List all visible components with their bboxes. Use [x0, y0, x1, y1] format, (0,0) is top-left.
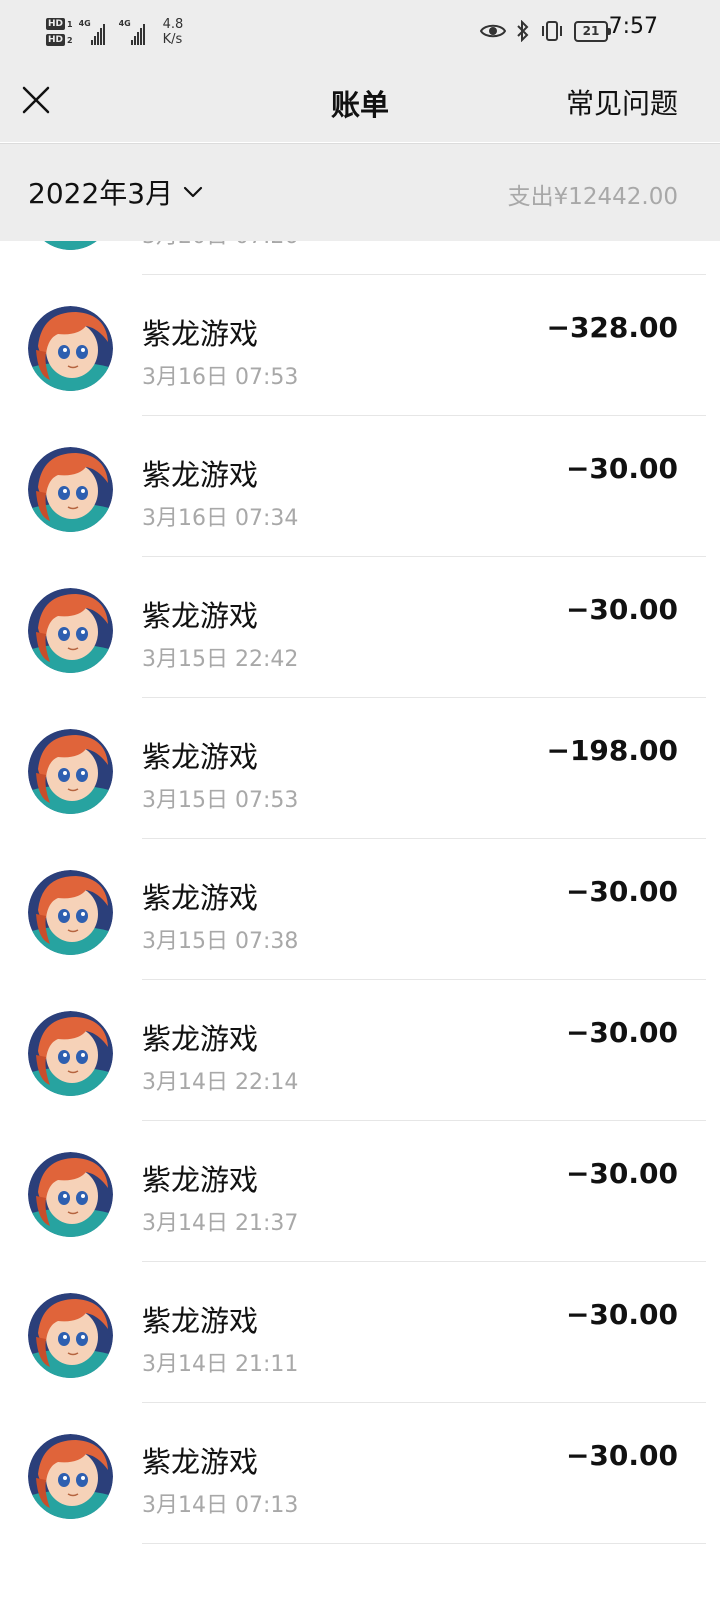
transaction-datetime: 3月14日 22:14	[142, 1070, 299, 1095]
hd-indicators: HD 1 HD 2	[46, 18, 73, 46]
merchant-name: 紫龙游戏	[142, 1163, 259, 1197]
avatar	[28, 1434, 113, 1519]
avatar	[28, 588, 113, 673]
avatar	[28, 870, 113, 955]
chevron-down-icon	[183, 186, 203, 198]
expense-total: 支出¥12442.00	[507, 184, 678, 210]
network-speed: 4.8 K/s	[163, 17, 184, 47]
battery-level: 21	[582, 23, 600, 38]
speed-value: 4.8	[162, 17, 184, 32]
game-avatar-icon	[28, 1434, 113, 1519]
transaction-list: 紫龙游戏 3月20日 07:26 −30.00 紫龙游戏 3月16日 07:53…	[0, 241, 720, 1600]
month-filter-bar: 2022年3月 支出¥12442.00	[0, 143, 720, 241]
hd-2: HD 2	[46, 34, 73, 46]
merchant-name: 紫龙游戏	[142, 740, 259, 774]
transaction-row[interactable]: 紫龙游戏 3月14日 21:37 −30.00	[0, 1121, 720, 1262]
merchant-name: 紫龙游戏	[142, 317, 259, 351]
transaction-datetime: 3月16日 07:53	[142, 365, 299, 390]
avatar	[28, 241, 113, 250]
transaction-amount: −30.00	[565, 1439, 678, 1472]
avatar	[28, 1293, 113, 1378]
vibrate-icon	[542, 21, 562, 41]
transaction-row[interactable]: 紫龙游戏 3月20日 07:26 −30.00	[0, 241, 720, 275]
game-avatar-icon	[28, 241, 113, 250]
eye-icon	[480, 24, 506, 38]
transaction-datetime: 3月16日 07:34	[142, 506, 299, 531]
game-avatar-icon	[28, 447, 113, 532]
month-selector[interactable]: 2022年3月	[28, 172, 203, 212]
faq-link[interactable]: 常见问题	[566, 82, 678, 122]
divider	[142, 1543, 706, 1544]
hd-2-badge: HD	[46, 34, 66, 46]
merchant-name: 紫龙游戏	[142, 881, 259, 915]
transaction-amount: −30.00	[565, 1016, 678, 1049]
game-avatar-icon	[28, 306, 113, 391]
month-label: 2022年3月	[28, 177, 174, 210]
transaction-row[interactable]: 紫龙游戏 3月15日 07:53 −198.00	[0, 698, 720, 839]
transaction-datetime: 3月15日 07:38	[142, 929, 299, 954]
transaction-row[interactable]: 紫龙游戏 3月14日 21:11 −30.00	[0, 1262, 720, 1403]
transaction-row[interactable]: 紫龙游戏 3月14日 07:13 −30.00	[0, 1403, 720, 1544]
transaction-amount: −30.00	[565, 593, 678, 626]
game-avatar-icon	[28, 1152, 113, 1237]
status-right: 21	[480, 18, 611, 44]
hd-1-badge: HD	[46, 18, 66, 30]
transaction-amount: −328.00	[546, 311, 678, 344]
transaction-row[interactable]: 紫龙游戏 3月16日 07:34 −30.00	[0, 416, 720, 557]
transaction-row[interactable]: 紫龙游戏 3月15日 07:38 −30.00	[0, 839, 720, 980]
avatar	[28, 447, 113, 532]
game-avatar-icon	[28, 870, 113, 955]
merchant-name: 紫龙游戏	[142, 1304, 259, 1338]
transaction-amount: −30.00	[565, 875, 678, 908]
game-avatar-icon	[28, 588, 113, 673]
status-bar: HD 1 HD 2 4G 4G 4.8 K/s 21 7:57	[0, 0, 720, 62]
speed-unit: K/s	[162, 32, 183, 47]
merchant-name: 紫龙游戏	[142, 458, 259, 492]
network-2-label: 4G	[118, 19, 131, 28]
transaction-datetime: 3月15日 22:42	[142, 647, 299, 672]
transaction-amount: −30.00	[565, 452, 678, 485]
battery-icon: 21	[574, 20, 611, 42]
status-time: 7:57	[608, 14, 658, 39]
merchant-name: 紫龙游戏	[142, 1022, 259, 1056]
transaction-row[interactable]: 紫龙游戏 3月14日 22:14 −30.00	[0, 980, 720, 1121]
avatar	[28, 1152, 113, 1237]
game-avatar-icon	[28, 1011, 113, 1096]
transaction-row[interactable]: 紫龙游戏 3月15日 22:42 −30.00	[0, 557, 720, 698]
transaction-amount: −198.00	[546, 734, 678, 767]
transaction-datetime: 3月20日 07:26	[142, 241, 298, 250]
transaction-amount: −30.00	[565, 1298, 678, 1331]
game-avatar-icon	[28, 729, 113, 814]
transaction-datetime: 3月14日 21:11	[142, 1352, 299, 1377]
transaction-datetime: 3月14日 21:37	[142, 1211, 299, 1236]
hd-1: HD 1	[46, 18, 73, 30]
status-left: HD 1 HD 2 4G 4G 4.8 K/s	[46, 12, 183, 52]
avatar	[28, 729, 113, 814]
bluetooth-icon	[517, 20, 529, 42]
transaction-datetime: 3月15日 07:53	[142, 788, 299, 813]
hd-1-sub: 1	[67, 19, 73, 29]
hd-2-sub: 2	[67, 35, 73, 45]
transaction-list-inner: 紫龙游戏 3月20日 07:26 −30.00 紫龙游戏 3月16日 07:53…	[0, 241, 720, 1544]
transaction-datetime: 3月14日 07:13	[142, 1493, 299, 1518]
transaction-amount: −30.00	[565, 1157, 678, 1190]
game-avatar-icon	[28, 1293, 113, 1378]
network-1-label: 4G	[78, 19, 91, 28]
avatar	[28, 1011, 113, 1096]
signal-1-icon: 4G	[79, 19, 113, 45]
signal-2-icon: 4G	[119, 19, 153, 45]
title-bar: 账单 常见问题	[0, 62, 720, 142]
merchant-name: 紫龙游戏	[142, 1445, 259, 1479]
avatar	[28, 306, 113, 391]
merchant-name: 紫龙游戏	[142, 599, 259, 633]
transaction-row[interactable]: 紫龙游戏 3月16日 07:53 −328.00	[0, 275, 720, 416]
